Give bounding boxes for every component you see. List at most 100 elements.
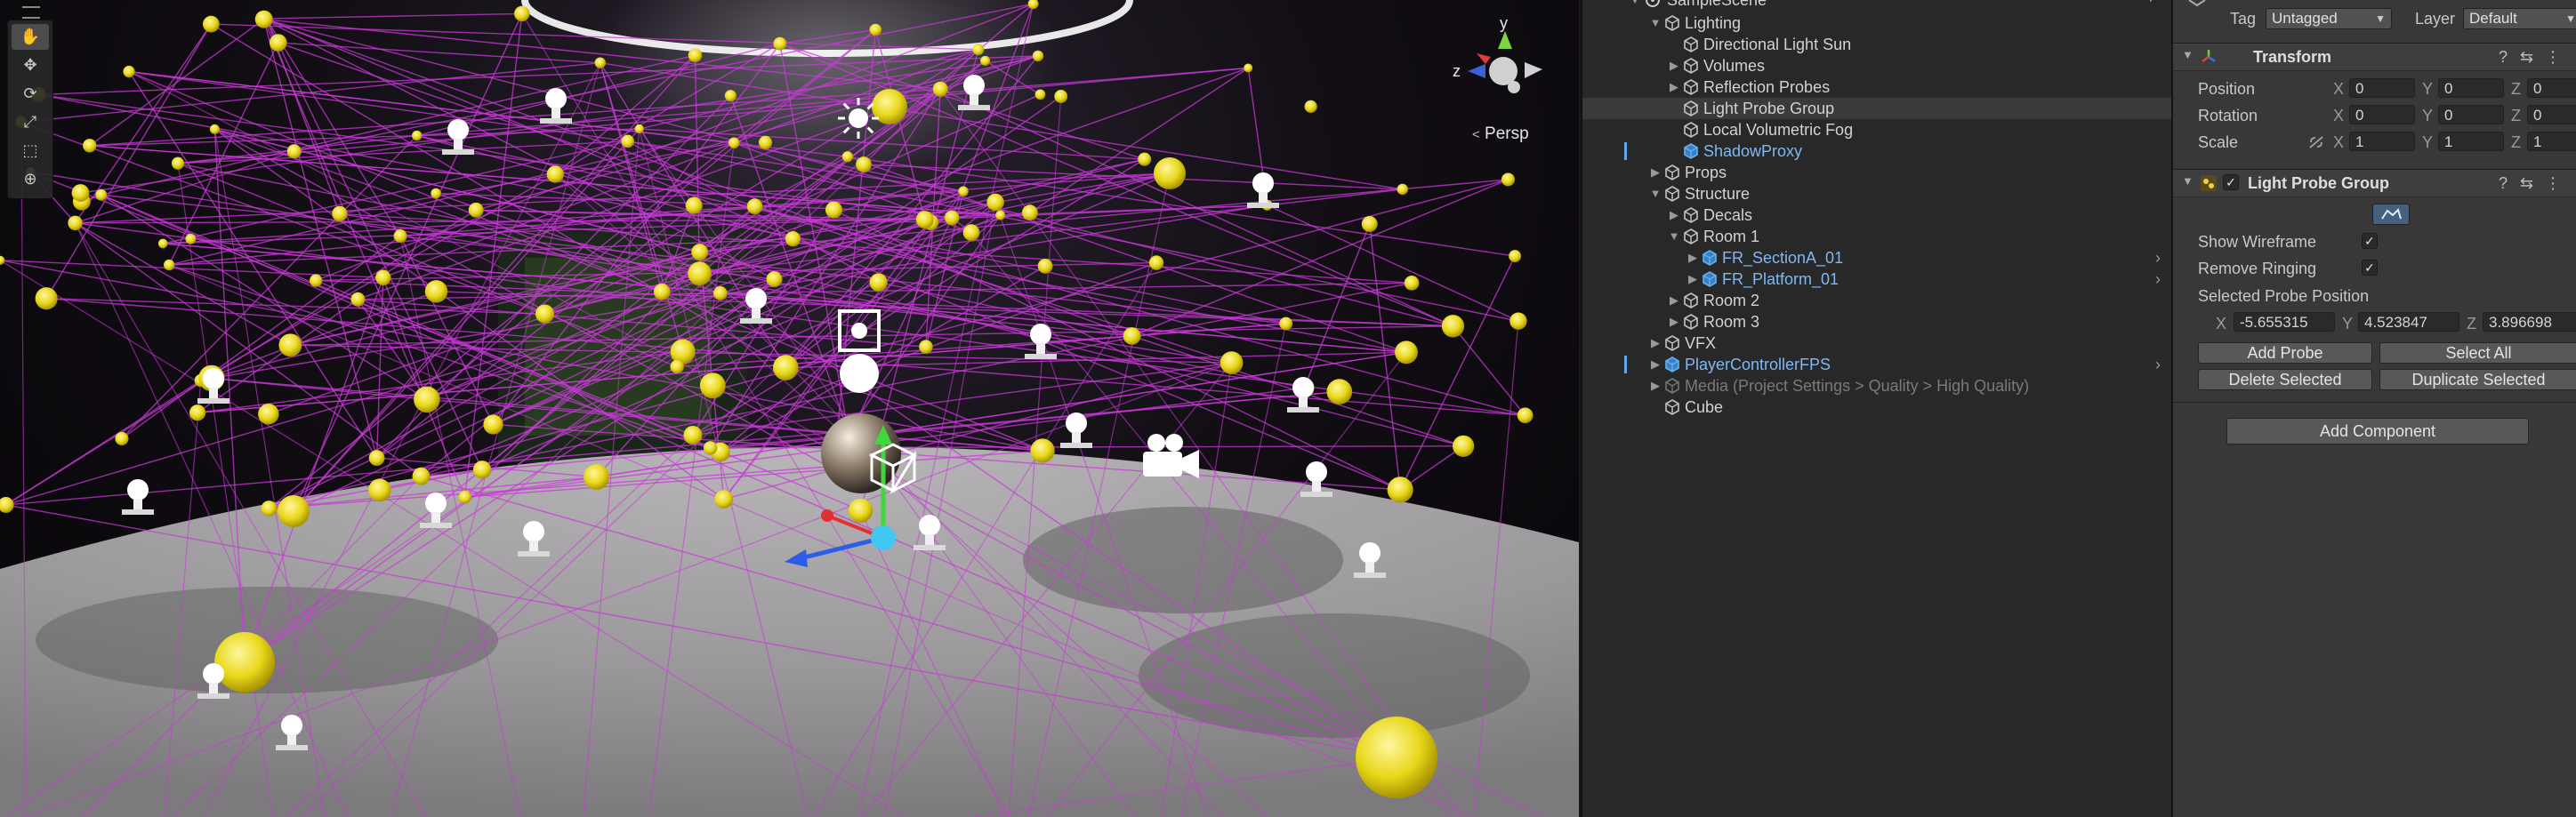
position-y-field[interactable]: 0	[2438, 78, 2504, 98]
probe-axis-z-label[interactable]: Z	[2467, 315, 2476, 333]
expand-arrow-closed-icon[interactable]: ▶	[1649, 354, 1662, 375]
add-component-button[interactable]: Add Component	[2226, 418, 2529, 445]
expand-arrow-closed-icon[interactable]: ▶	[1649, 162, 1662, 183]
preset-icon[interactable]: ⇆	[2520, 48, 2533, 67]
preset-icon[interactable]: ⇆	[2520, 174, 2533, 193]
help-icon[interactable]: ?	[2499, 174, 2508, 193]
hierarchy-item[interactable]: ▶ Decals	[1582, 204, 2171, 226]
scale-y-field[interactable]: 1	[2438, 132, 2504, 151]
scene-view[interactable]: ✋ ✥ ⟳ ⤢ ⬚ ⊕ y z < Persp	[0, 0, 1579, 817]
axis-z-label[interactable]: Z	[2511, 133, 2521, 152]
hierarchy-item[interactable]: ▶ Props	[1582, 162, 2171, 183]
hierarchy-item[interactable]: Local Volumetric Fog	[1582, 119, 2171, 140]
collapse-arrow-icon[interactable]: ▼	[1629, 0, 1641, 11]
foldout-arrow-icon[interactable]: ▼	[2182, 174, 2194, 188]
tag-dropdown[interactable]: Untagged ▼	[2266, 8, 2392, 29]
hierarchy-item[interactable]: ▶ Reflection Probes	[1582, 76, 2171, 98]
axis-z-label[interactable]: Z	[2511, 80, 2521, 99]
expand-arrow-closed-icon[interactable]: ▶	[1686, 268, 1699, 290]
gizmo-axis-y[interactable]: y	[1500, 14, 1508, 33]
edit-probes-button[interactable]	[2372, 204, 2410, 225]
probe-x-field[interactable]: -5.655315	[2234, 312, 2335, 332]
open-prefab-chevron-icon[interactable]: ›	[2155, 354, 2161, 375]
component-enabled-checkbox[interactable]: ✓	[2223, 174, 2239, 190]
expand-arrow-closed-icon[interactable]: ▶	[1668, 55, 1680, 76]
expand-arrow-closed-icon[interactable]: ▶	[1668, 290, 1680, 311]
rotation-y-field[interactable]: 0	[2438, 105, 2504, 124]
hand-icon[interactable]: ✋	[12, 24, 49, 50]
remove-ringing-checkbox[interactable]: ✓	[2362, 260, 2378, 276]
hierarchy-item[interactable]: Cube	[1582, 396, 2171, 418]
expand-arrow-open-icon[interactable]: ▼	[1668, 226, 1680, 247]
projection-toggle[interactable]: < Persp	[1472, 124, 1529, 144]
light-probe	[1387, 477, 1413, 503]
scene-root-row[interactable]: ▼ SampleScene* ⋮	[1582, 0, 2171, 11]
constrain-proportions-icon[interactable]	[2308, 135, 2324, 149]
hierarchy-item[interactable]: ShadowProxy	[1582, 140, 2171, 162]
hierarchy-item[interactable]: ▶ Media (Project Settings > Quality > Hig…	[1582, 375, 2171, 396]
component-menu-icon[interactable]: ⋮	[2545, 174, 2561, 193]
hierarchy-item[interactable]: ▶ Room 2	[1582, 290, 2171, 311]
hierarchy-item[interactable]: ▶ VFX	[1582, 332, 2171, 354]
hierarchy-item[interactable]: Directional Light Sun	[1582, 34, 2171, 55]
rotate-icon[interactable]: ⟳	[12, 81, 49, 107]
open-prefab-chevron-icon[interactable]: ›	[2155, 268, 2161, 290]
axis-x-label[interactable]: X	[2333, 80, 2344, 99]
delete-selected-button[interactable]: Delete Selected	[2198, 369, 2372, 390]
position-x-field[interactable]: 0	[2349, 78, 2415, 98]
expand-arrow-closed-icon[interactable]: ▶	[1649, 332, 1662, 354]
expand-arrow-closed-icon[interactable]: ▶	[1668, 311, 1680, 332]
rotation-x-field[interactable]: 0	[2349, 105, 2415, 124]
position-z-field[interactable]: 0	[2527, 78, 2576, 98]
probe-z-field[interactable]: 3.896698	[2483, 312, 2576, 332]
select-all-button[interactable]: Select All	[2379, 342, 2576, 364]
expand-arrow-open-icon[interactable]: ▼	[1649, 183, 1662, 204]
scale-z-field[interactable]: 1	[2527, 132, 2576, 151]
show-wireframe-checkbox[interactable]: ✓	[2362, 233, 2378, 249]
rect-icon[interactable]: ⬚	[12, 138, 49, 164]
scene-viewport[interactable]	[0, 0, 1579, 817]
expand-arrow-closed-icon[interactable]: ▶	[1668, 76, 1680, 98]
axis-x-label[interactable]: X	[2333, 107, 2344, 125]
axis-x-label[interactable]: X	[2333, 133, 2344, 152]
expand-arrow-closed-icon[interactable]: ▶	[1649, 375, 1662, 396]
hierarchy-item[interactable]: ▶ PlayerControllerFPS ›	[1582, 354, 2171, 375]
component-menu-icon[interactable]: ⋮	[2545, 48, 2561, 67]
duplicate-selected-button[interactable]: Duplicate Selected	[2379, 369, 2576, 390]
hierarchy-item[interactable]: ▶ Volumes	[1582, 55, 2171, 76]
hierarchy-item[interactable]: Light Probe Group	[1582, 98, 2171, 119]
expand-arrow-open-icon[interactable]: ▼	[1649, 12, 1662, 34]
hierarchy-item[interactable]: ▶ Room 3	[1582, 311, 2171, 332]
axis-y-label[interactable]: Y	[2422, 107, 2433, 125]
transform-header[interactable]: ▼ Transform ? ⇆ ⋮	[2173, 43, 2576, 71]
hierarchy-item[interactable]: ▶ FR_Platform_01 ›	[1582, 268, 2171, 290]
light-probe	[412, 130, 423, 141]
axis-y-label[interactable]: Y	[2422, 133, 2433, 152]
light-probe	[932, 81, 948, 97]
rotation-z-field[interactable]: 0	[2527, 105, 2576, 124]
axis-z-label[interactable]: Z	[2511, 107, 2521, 125]
transform-icon[interactable]: ⊕	[12, 166, 49, 192]
open-prefab-chevron-icon[interactable]: ›	[2155, 247, 2161, 268]
light-probe-group-header[interactable]: ▼ ✓ Light Probe Group ? ⇆ ⋮	[2173, 169, 2576, 197]
layer-dropdown[interactable]: Default ▼	[2463, 8, 2576, 29]
probe-axis-y-label[interactable]: Y	[2342, 315, 2353, 333]
hierarchy-item[interactable]: ▶ FR_SectionA_01 ›	[1582, 247, 2171, 268]
scale-icon[interactable]: ⤢	[12, 109, 49, 135]
move-icon[interactable]: ✥	[12, 52, 49, 78]
drag-handle[interactable]	[22, 6, 40, 19]
hierarchy-item[interactable]: ▼ Lighting	[1582, 12, 2171, 34]
gizmo-axis-z[interactable]: z	[1453, 62, 1461, 81]
hierarchy-item[interactable]: ▼ Room 1	[1582, 226, 2171, 247]
scale-x-field[interactable]: 1	[2349, 132, 2415, 151]
expand-arrow-closed-icon[interactable]: ▶	[1686, 247, 1699, 268]
hierarchy-item[interactable]: ▼ Structure	[1582, 183, 2171, 204]
more-options-icon[interactable]: ⋮	[2143, 0, 2159, 5]
add-probe-button[interactable]: Add Probe	[2198, 342, 2372, 364]
probe-axis-x-label[interactable]: X	[2216, 315, 2226, 333]
expand-arrow-closed-icon[interactable]: ▶	[1668, 204, 1680, 226]
foldout-arrow-icon[interactable]: ▼	[2182, 48, 2194, 61]
probe-y-field[interactable]: 4.523847	[2358, 312, 2459, 332]
axis-y-label[interactable]: Y	[2422, 80, 2433, 99]
help-icon[interactable]: ?	[2499, 48, 2508, 67]
